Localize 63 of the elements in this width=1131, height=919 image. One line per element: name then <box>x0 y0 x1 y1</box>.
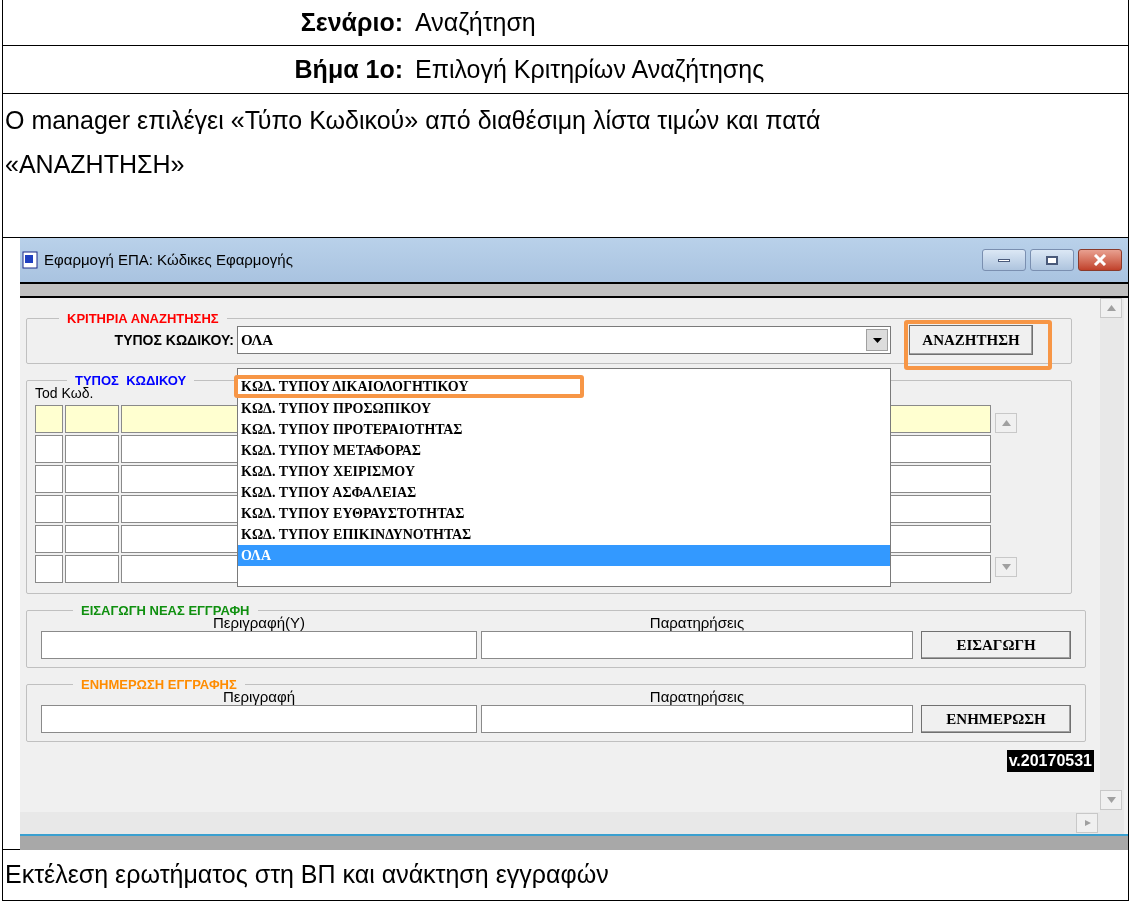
grid-cell[interactable] <box>35 405 63 433</box>
maximize-button[interactable] <box>1030 249 1074 271</box>
search-button[interactable]: ΑΝΑΖΗΤΗΣΗ <box>909 325 1033 355</box>
scroll-down-icon[interactable] <box>995 557 1017 577</box>
section-legend: ΚΡΙΤΗΡΙΑ ΑΝΑΖΗΤΗΣΗΣ <box>59 312 227 325</box>
version-label: v.20170531 <box>1006 750 1094 772</box>
horizontal-scrollbar[interactable] <box>20 812 1100 834</box>
field-label: Περιγραφή <box>222 689 296 705</box>
grid-cell[interactable] <box>35 435 63 463</box>
grid-cell[interactable] <box>35 525 63 553</box>
scroll-up-icon[interactable] <box>1100 298 1122 318</box>
grid-cell[interactable] <box>35 555 63 583</box>
maximize-icon <box>1046 255 1058 265</box>
field-label: Βήμα 1ο: <box>293 53 403 85</box>
window-title: Εφαρμογή ΕΠΑ: Κώδικες Εφαρμογής <box>44 249 293 270</box>
field-label: Παρατηρήσεις <box>649 615 745 631</box>
dropdown-option[interactable]: ΚΩΔ. ΤΥΠΟΥ ΔΙΚΑΙΟΛΟΓΗΤΙΚΟΥ <box>234 375 584 398</box>
dropdown-option[interactable]: ΚΩΔ. ΤΥΠΟΥ ΜΕΤΑΦΟΡΑΣ <box>238 440 890 461</box>
grid-cell[interactable] <box>65 465 119 493</box>
text-field[interactable] <box>481 705 913 733</box>
grid-cell[interactable] <box>65 495 119 523</box>
action-button[interactable]: ΕΝΗΜΕΡΩΣΗ <box>921 705 1071 733</box>
field-label: Παρατηρήσεις <box>649 689 745 705</box>
minimize-icon <box>998 258 1010 262</box>
section-legend: ΤΥΠΟΣ ΚΩΔΙΚΟΥ <box>67 374 195 387</box>
text-field[interactable] <box>481 631 913 659</box>
section-legend: ΕΙΣΑΓΩΓΗ ΝΕΑΣ ΕΓΓΡΑΦΗ <box>73 604 258 617</box>
column-header: Tod <box>35 385 58 401</box>
dropdown-option[interactable]: ΚΩΔ. ΤΥΠΟΥ ΑΣΦΑΛΕΙΑΣ <box>238 482 890 503</box>
text-field[interactable] <box>41 705 477 733</box>
step-result: Εκτέλεση ερωτήματος στη ΒΠ και ανάκτηση εγγραφών <box>5 859 609 891</box>
step-description: Ο manager επιλέγει «Τύπο Κωδικού» από διαθέσιμη λίστα τιμών και πατά «ΑΝΑΖΗΤΗΣΗ» <box>5 105 822 180</box>
app-icon <box>22 251 38 269</box>
grid-cell[interactable] <box>65 405 119 433</box>
grid-cell[interactable] <box>65 555 119 583</box>
section-legend: ΕΝΗΜΕΡΩΣΗ ΕΓΓΡΑΦΗΣ <box>73 678 245 691</box>
field-value: Αναζήτηση <box>415 6 537 38</box>
minimize-button[interactable] <box>982 249 1026 271</box>
grid-cell[interactable] <box>35 495 63 523</box>
field-label: ΤΥΠΟΣ ΚΩΔΙΚΟΥ: <box>113 330 235 350</box>
action-button[interactable]: ΕΙΣΑΓΩΓΗ <box>921 631 1071 659</box>
field-label: Περιγραφή(Υ) <box>212 615 306 631</box>
grid-cell[interactable] <box>65 435 119 463</box>
scroll-up-icon[interactable] <box>995 413 1017 433</box>
scroll-down-icon[interactable] <box>1100 790 1122 810</box>
dropdown-option[interactable]: ΚΩΔ. ΤΥΠΟΥ ΧΕΙΡΙΣΜΟΥ <box>238 461 890 482</box>
close-icon <box>1093 254 1107 266</box>
dropdown-button[interactable] <box>866 329 888 351</box>
column-header: Κωδ. <box>61 385 94 401</box>
caret-icon <box>872 337 882 343</box>
dropdown-option[interactable]: ΚΩΔ. ΤΥΠΟΥ ΠΡΟΣΩΠΙΚΟΥ <box>238 398 890 419</box>
dropdown-field[interactable]: ΟΛΑ <box>237 326 891 354</box>
scroll-right-icon[interactable] <box>1076 813 1098 833</box>
grid-cell[interactable] <box>65 525 119 553</box>
text-field[interactable] <box>41 631 477 659</box>
grid-cell[interactable] <box>35 465 63 493</box>
close-button[interactable] <box>1078 249 1122 271</box>
vertical-scrollbar[interactable] <box>1100 298 1124 834</box>
field-label: Σενάριο: <box>299 6 403 38</box>
dropdown-option[interactable]: ΚΩΔ. ΤΥΠΟΥ ΠΡΟΤΕΡΑΙΟΤΗΤΑΣ <box>238 419 890 440</box>
field-value: Επιλογή Κριτηρίων Αναζήτησης <box>415 53 766 85</box>
dropdown-option[interactable]: ΚΩΔ. ΤΥΠΟΥ ΕΥΘΡΑΥΣΤΟΤΗΤΑΣ <box>238 503 890 524</box>
dropdown-option[interactable]: ΚΩΔ. ΤΥΠΟΥ ΕΠΙΚΙΝΔΥΝΟΤΗΤΑΣ <box>238 524 890 545</box>
